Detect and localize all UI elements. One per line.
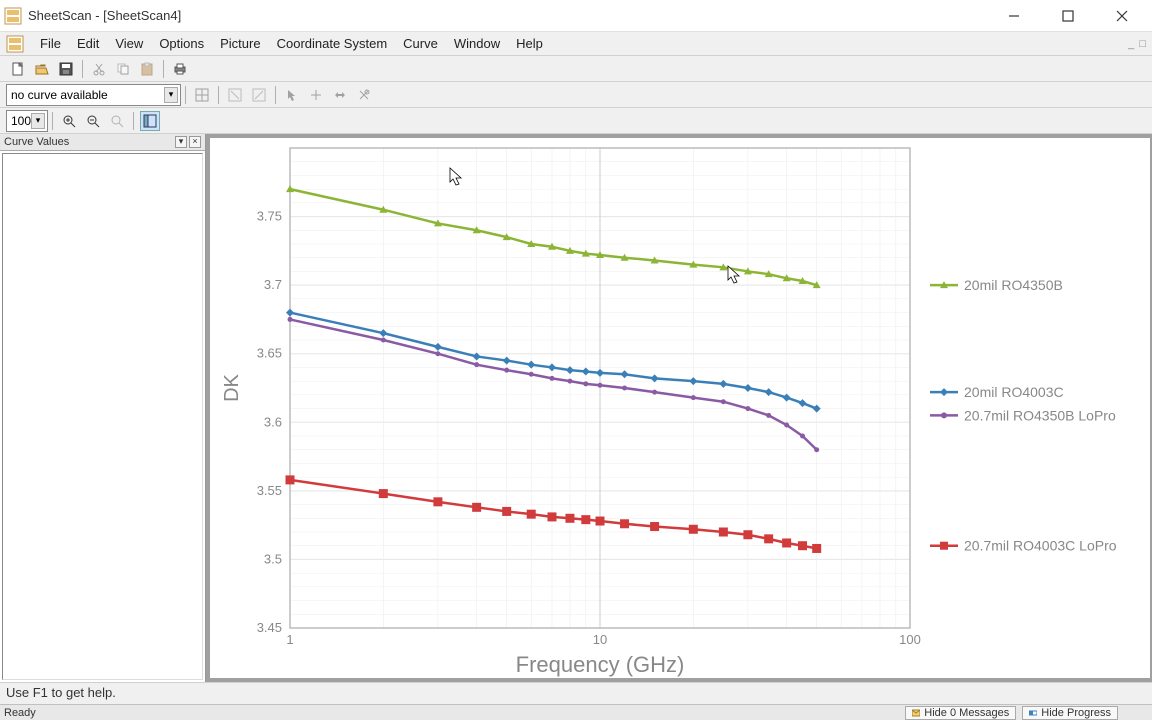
svg-text:3.45: 3.45: [257, 620, 282, 635]
side-panel-header: Curve Values ▾ ×: [0, 134, 205, 151]
chevron-down-icon: ▾: [31, 113, 45, 129]
svg-text:10: 10: [593, 632, 607, 647]
menu-bar: File Edit View Options Picture Coordinat…: [0, 32, 1152, 56]
mdi-restore-icon[interactable]: □: [1136, 38, 1146, 50]
toolbar-standard: [0, 56, 1152, 82]
side-panel-title: Curve Values: [4, 136, 69, 148]
app-icon-small: [6, 35, 24, 53]
accept-button[interactable]: [249, 85, 269, 105]
new-button[interactable]: [8, 59, 28, 79]
toolbar-curve: no curve available ▾: [0, 82, 1152, 108]
hide-messages-label: Hide 0 Messages: [924, 707, 1009, 719]
save-button[interactable]: [56, 59, 76, 79]
minimize-button[interactable]: [996, 5, 1032, 27]
hide-progress-label: Hide Progress: [1041, 707, 1111, 719]
hint-bar: Use F1 to get help.: [0, 682, 1152, 704]
zoom-out-button[interactable]: [83, 111, 103, 131]
menu-view[interactable]: View: [107, 34, 151, 53]
copy-button[interactable]: [113, 59, 133, 79]
menu-curve[interactable]: Curve: [395, 34, 446, 53]
hide-progress-button[interactable]: Hide Progress: [1022, 706, 1118, 720]
toggle-panel-button[interactable]: [140, 111, 160, 131]
menu-options[interactable]: Options: [151, 34, 212, 53]
svg-text:DK: DK: [221, 373, 243, 401]
canvas-area[interactable]: 3.45 3.5 3.55 3.6 3.65 3.7 3.75 1 10 100 20mil RO4…: [206, 134, 1152, 682]
maximize-button[interactable]: [1050, 5, 1086, 27]
svg-text:20mil RO4350B: 20mil RO4350B: [964, 277, 1063, 293]
zoom-in-button[interactable]: [59, 111, 79, 131]
panel-pin-button[interactable]: ▾: [175, 136, 187, 148]
menu-coordinate-system[interactable]: Coordinate System: [269, 34, 396, 53]
menu-window[interactable]: Window: [446, 34, 508, 53]
menu-picture[interactable]: Picture: [212, 34, 268, 53]
side-panel: Curve Values ▾ ×: [0, 134, 206, 682]
toolbar-zoom: 100 ▾: [0, 108, 1152, 134]
zoom-selector[interactable]: 100 ▾: [6, 110, 48, 132]
zoom-value: 100: [11, 114, 31, 128]
progress-icon: [1029, 709, 1037, 717]
svg-text:Frequency (GHz): Frequency (GHz): [516, 652, 685, 677]
zoom-fit-button[interactable]: [107, 111, 127, 131]
status-bar: Ready Hide 0 Messages Hide Progress: [0, 704, 1152, 720]
paste-button[interactable]: [137, 59, 157, 79]
svg-text:20.7mil RO4003C LoPro: 20.7mil RO4003C LoPro: [964, 538, 1117, 554]
status-text: Ready: [4, 707, 899, 719]
svg-text:3.55: 3.55: [257, 483, 282, 498]
chart-image: 3.45 3.5 3.55 3.6 3.65 3.7 3.75 1 10 100 20mil RO4…: [210, 138, 1150, 678]
svg-text:20mil RO4003C: 20mil RO4003C: [964, 384, 1064, 400]
svg-text:3.7: 3.7: [264, 277, 282, 292]
curve-selector-value: no curve available: [11, 88, 108, 102]
window-title: SheetScan - [SheetScan4]: [28, 8, 996, 23]
svg-text:3.75: 3.75: [257, 209, 282, 224]
pointer-tool[interactable]: [282, 85, 302, 105]
svg-text:100: 100: [899, 632, 921, 647]
close-button[interactable]: [1104, 5, 1140, 27]
menu-help[interactable]: Help: [508, 34, 551, 53]
menu-file[interactable]: File: [32, 34, 69, 53]
curve-values-list[interactable]: [2, 153, 203, 680]
hide-messages-button[interactable]: Hide 0 Messages: [905, 706, 1016, 720]
discard-button[interactable]: [225, 85, 245, 105]
chevron-down-icon: ▾: [164, 87, 178, 103]
move-point-tool[interactable]: [330, 85, 350, 105]
grid-button[interactable]: [192, 85, 212, 105]
add-point-tool[interactable]: [306, 85, 326, 105]
svg-text:20.7mil RO4350B LoPro: 20.7mil RO4350B LoPro: [964, 407, 1116, 423]
menu-edit[interactable]: Edit: [69, 34, 107, 53]
svg-text:1: 1: [286, 632, 293, 647]
delete-point-tool[interactable]: [354, 85, 374, 105]
app-icon: [4, 7, 22, 25]
hint-text: Use F1 to get help.: [6, 685, 116, 700]
title-bar: SheetScan - [SheetScan4]: [0, 0, 1152, 32]
svg-text:3.6: 3.6: [264, 414, 282, 429]
envelope-icon: [912, 709, 920, 717]
panel-close-button[interactable]: ×: [189, 136, 201, 148]
open-button[interactable]: [32, 59, 52, 79]
mdi-minimize-icon[interactable]: _: [1128, 38, 1134, 50]
svg-text:3.65: 3.65: [257, 346, 282, 361]
svg-text:3.5: 3.5: [264, 551, 282, 566]
curve-selector[interactable]: no curve available ▾: [6, 84, 181, 106]
cut-button[interactable]: [89, 59, 109, 79]
print-button[interactable]: [170, 59, 190, 79]
